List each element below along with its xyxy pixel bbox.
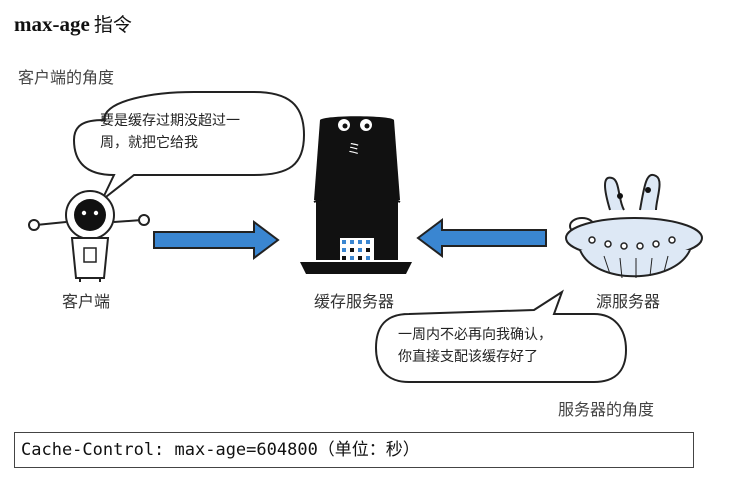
request-arrow-icon — [153, 220, 280, 260]
code-example: Cache-Control: max-age=604800（单位：秒） — [14, 432, 694, 468]
server-bubble-line-1: 一周内不必再向我确认， — [398, 327, 552, 343]
client-bubble-line-2: 周，就把它给我 — [100, 135, 198, 151]
client-bubble-line-1: 要是缓存过期没超过一 — [100, 113, 240, 129]
origin-server-icon — [565, 173, 703, 279]
cache-server-label: 缓存服务器 — [314, 292, 395, 311]
server-bubble-line-2: 你直接支配该缓存好了 — [398, 349, 538, 365]
page-heading: max-age 指令 — [14, 10, 132, 37]
server-bubble-text: 一周内不必再向我确认， 你直接支配该缓存好了 — [398, 324, 552, 368]
client-bubble-text: 要是缓存过期没超过一 周，就把它给我 — [100, 110, 240, 154]
response-arrow-icon — [416, 218, 547, 258]
cache-server-icon: ミ — [300, 116, 412, 274]
heading-keyword: max-age — [14, 12, 90, 36]
svg-text:ミ: ミ — [347, 142, 361, 158]
heading-suffix: 指令 — [93, 14, 132, 36]
client-view-caption: 客户端的角度 — [18, 68, 115, 87]
origin-server-label: 源服务器 — [596, 292, 661, 311]
diagram-panel: ミ 客户端的角度 服务器的角度 要是缓存过期没超过一 周，就把它给我 一周内不必… — [14, 60, 722, 420]
robot-client-icon — [28, 190, 150, 282]
client-label: 客户端 — [62, 292, 111, 311]
server-view-caption: 服务器的角度 — [558, 400, 655, 419]
